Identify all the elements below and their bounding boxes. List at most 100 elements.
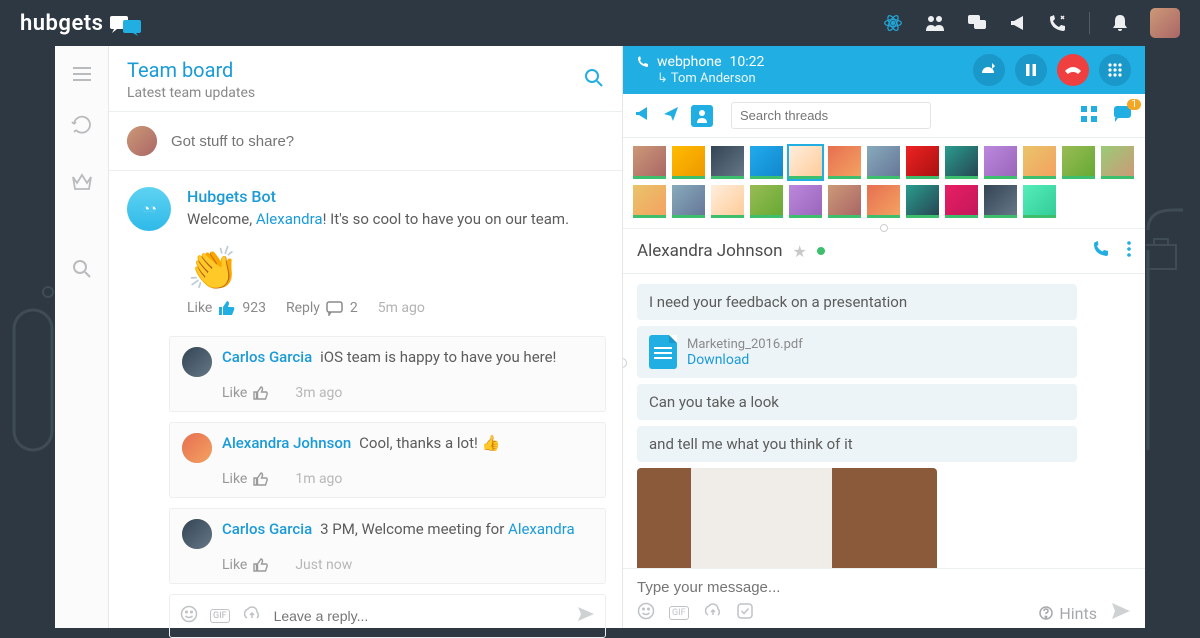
- download-link[interactable]: Download: [687, 352, 803, 368]
- emoji-icon[interactable]: [637, 602, 655, 624]
- msg-bubble: Can you take a look: [637, 384, 1077, 420]
- image-bubble[interactable]: [637, 468, 937, 568]
- comment-author[interactable]: Carlos Garcia: [222, 348, 312, 366]
- bell-icon[interactable]: [1112, 14, 1128, 32]
- contact-tile[interactable]: [750, 146, 783, 179]
- dialpad-button[interactable]: [1099, 54, 1131, 86]
- contact-tile[interactable]: [945, 185, 978, 218]
- contact-tab-icon[interactable]: [691, 105, 713, 127]
- call-icon[interactable]: [1093, 241, 1109, 261]
- logo[interactable]: hubgets: [20, 11, 140, 36]
- contact-tile-selected[interactable]: [789, 146, 822, 179]
- emoji-icon[interactable]: [180, 605, 198, 627]
- comment: Carlos Garcia 3 PM, Welcome meeting for …: [169, 508, 606, 584]
- phone-icon: [637, 56, 649, 68]
- send-icon[interactable]: [1111, 602, 1131, 624]
- comment-like-button[interactable]: Like: [222, 557, 269, 573]
- chat-toolbar: 1: [623, 94, 1145, 138]
- megaphone-icon[interactable]: [1009, 14, 1027, 32]
- hangup-button[interactable]: [1057, 54, 1089, 86]
- reply-input[interactable]: [274, 608, 565, 624]
- broadcast-icon[interactable]: [635, 106, 651, 125]
- file-icon: [649, 335, 677, 369]
- current-user-avatar[interactable]: [1150, 8, 1180, 38]
- activity-icon[interactable]: [71, 113, 93, 139]
- drag-handle[interactable]: [880, 224, 888, 232]
- grid-view-icon[interactable]: [1081, 106, 1097, 126]
- contact-tile[interactable]: [906, 185, 939, 218]
- contact-tile[interactable]: [828, 185, 861, 218]
- contact-tile[interactable]: [633, 185, 666, 218]
- comment-time: Just now: [295, 557, 352, 573]
- reply-box: GIF: [169, 594, 606, 638]
- contact-tile[interactable]: [945, 146, 978, 179]
- contact-tile[interactable]: [750, 185, 783, 218]
- unread-icon[interactable]: 1: [1113, 105, 1133, 127]
- atom-icon[interactable]: [883, 13, 903, 33]
- contact-tile[interactable]: [984, 185, 1017, 218]
- comment-mention[interactable]: Alexandra: [508, 520, 575, 538]
- send-icon[interactable]: [577, 606, 595, 626]
- contact-tile[interactable]: [867, 146, 900, 179]
- contact-tile[interactable]: [789, 185, 822, 218]
- compose-avatar: [127, 126, 157, 156]
- crown-icon[interactable]: [71, 173, 93, 195]
- post-time: 5m ago: [378, 300, 425, 316]
- people-icon[interactable]: [925, 14, 945, 32]
- message-input[interactable]: [637, 579, 1131, 596]
- contact-tile[interactable]: [711, 185, 744, 218]
- compose-input[interactable]: [171, 133, 604, 150]
- contact-tile[interactable]: [1062, 146, 1095, 179]
- teamboard-search-icon[interactable]: [584, 68, 604, 92]
- comment-like-button[interactable]: Like: [222, 385, 269, 401]
- reply-button[interactable]: Reply 2: [286, 300, 358, 316]
- phone-activity-icon[interactable]: [1049, 14, 1067, 32]
- messages: I need your feedback on a presentation M…: [623, 274, 1145, 568]
- contact-tile[interactable]: [711, 146, 744, 179]
- hold-button[interactable]: [1015, 54, 1047, 86]
- post-actions: Like 923 Reply 2 5m ago: [187, 300, 604, 316]
- gif-icon[interactable]: GIF: [210, 609, 230, 623]
- logo-text: hubgets: [20, 11, 104, 36]
- contact-tile[interactable]: [984, 146, 1017, 179]
- comment-author[interactable]: Alexandra Johnson: [222, 434, 351, 452]
- call-to: Tom Anderson: [671, 71, 756, 86]
- task-icon[interactable]: [737, 603, 753, 623]
- hints-button[interactable]: Hints: [1039, 604, 1097, 623]
- post-mention[interactable]: Alexandra: [256, 210, 323, 228]
- file-bubble: Marketing_2016.pdf Download: [637, 326, 1077, 378]
- comment-text: iOS team is happy to have you here!: [320, 348, 556, 366]
- timeline-dot[interactable]: [623, 358, 627, 368]
- contact-tile[interactable]: [672, 185, 705, 218]
- more-icon[interactable]: [1127, 241, 1131, 261]
- contact-tile[interactable]: [1023, 146, 1056, 179]
- comment-like-button[interactable]: Like: [222, 471, 269, 487]
- search-icon[interactable]: [72, 259, 92, 283]
- search-threads-input[interactable]: [731, 102, 931, 129]
- presence-dot: [817, 247, 825, 255]
- send-plane-icon[interactable]: [663, 106, 679, 125]
- contact-tile[interactable]: [906, 146, 939, 179]
- upload-icon[interactable]: [242, 606, 262, 626]
- contact-tile[interactable]: [867, 185, 900, 218]
- star-icon[interactable]: ★: [792, 242, 806, 261]
- contact-tile[interactable]: [1023, 185, 1056, 218]
- chat-pane: webphone 10:22 ↳ Tom Anderson 1: [623, 46, 1145, 628]
- gif-icon[interactable]: GIF: [669, 606, 689, 620]
- post-author[interactable]: Hubgets Bot: [187, 187, 604, 206]
- contact-tile[interactable]: [828, 146, 861, 179]
- menu-icon[interactable]: [72, 66, 92, 85]
- chats-icon[interactable]: [967, 14, 987, 32]
- transfer-button[interactable]: [973, 54, 1005, 86]
- like-button[interactable]: Like 923: [187, 300, 266, 316]
- contact-tile[interactable]: [672, 146, 705, 179]
- comment-like-label: Like: [222, 557, 247, 573]
- teamboard-subtitle: Latest team updates: [127, 85, 255, 101]
- contact-tile[interactable]: [633, 146, 666, 179]
- unread-count: 1: [1127, 99, 1141, 110]
- upload-icon[interactable]: [703, 603, 723, 623]
- topbar: hubgets: [0, 0, 1200, 46]
- comment-author[interactable]: Carlos Garcia: [222, 520, 312, 538]
- contact-tile[interactable]: [1101, 146, 1134, 179]
- call-duration: 10:22: [730, 54, 765, 71]
